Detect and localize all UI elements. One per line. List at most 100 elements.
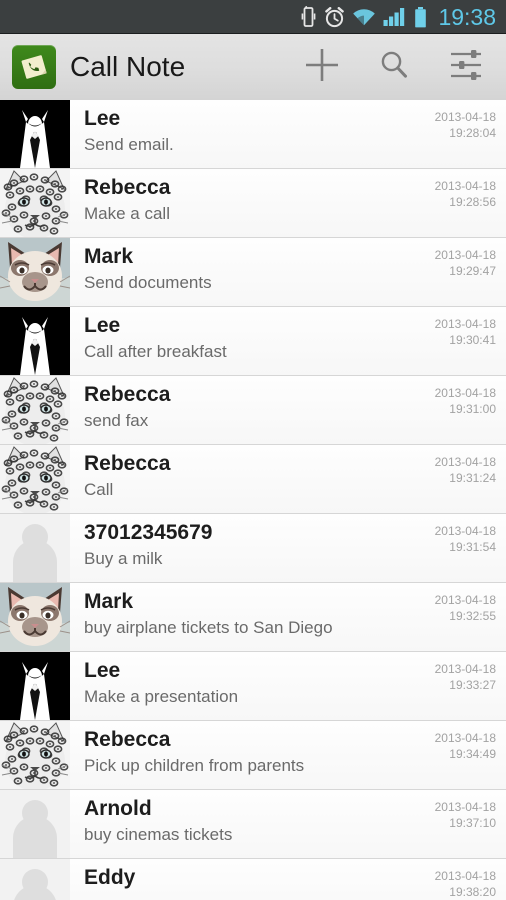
snow-leopard-avatar (0, 169, 70, 237)
call-note-list[interactable]: Lee Send email. 2013-04-18 19:28:04 Rebecca M… (0, 100, 506, 900)
list-item-date: 2013-04-18 (434, 455, 496, 469)
list-item[interactable]: Rebecca Call 2013-04-18 19:31:24 (0, 445, 506, 514)
list-item[interactable]: Lee Send email. 2013-04-18 19:28:04 (0, 100, 506, 169)
suit-silhouette-avatar (0, 100, 70, 168)
list-item-timestamp: 2013-04-18 19:28:56 (402, 169, 506, 237)
suit-silhouette-avatar (0, 652, 70, 720)
list-item-body: Rebecca Make a call (70, 169, 402, 237)
list-item-note-text: Send email. (84, 135, 174, 155)
list-item-date: 2013-04-18 (434, 662, 496, 676)
list-item[interactable]: Rebecca Make a call 2013-04-18 19:28:56 (0, 169, 506, 238)
list-item-note-text: Make a call (84, 204, 170, 224)
list-item-timestamp: 2013-04-18 19:29:47 (402, 238, 506, 306)
list-item-timestamp: 2013-04-18 19:31:54 (402, 514, 506, 582)
list-item-body: Eddy (70, 859, 402, 900)
list-item-contact-name: Rebecca (84, 728, 171, 751)
suit-silhouette-avatar (0, 307, 70, 375)
list-item-timestamp: 2013-04-18 19:38:20 (402, 859, 506, 900)
list-item-contact-name: Rebecca (84, 383, 171, 406)
page-title: Call Note (70, 51, 186, 82)
list-item-time: 19:29:47 (449, 264, 496, 279)
list-item-body: Rebecca send fax (70, 376, 402, 444)
list-item-date: 2013-04-18 (434, 524, 496, 538)
snow-leopard-avatar (0, 376, 70, 444)
list-item[interactable]: Rebecca Pick up children from parents 2013… (0, 721, 506, 790)
list-item-body: Arnold buy cinemas tickets (70, 790, 402, 858)
alarm-clock-icon (324, 6, 345, 28)
list-item-note-text: Pick up children from parents (84, 756, 305, 776)
list-item-timestamp: 2013-04-18 19:32:55 (402, 583, 506, 651)
list-item-contact-name: 37012345679 (84, 521, 213, 544)
list-item[interactable]: Mark Send documents 2013-04-18 19:29:47 (0, 238, 506, 307)
list-item-contact-name: Rebecca (84, 452, 171, 475)
list-item-date: 2013-04-18 (434, 593, 496, 607)
list-item-date: 2013-04-18 (434, 317, 496, 331)
list-item-note-text: send fax (84, 411, 149, 431)
list-item-body: Mark buy airplane tickets to San Diego (70, 583, 402, 651)
list-item-body: Rebecca Call (70, 445, 402, 513)
default-person-avatar (0, 859, 70, 900)
list-item-note-text: Call after breakfast (84, 342, 227, 362)
list-item-contact-name: Arnold (84, 797, 152, 820)
list-item-time: 19:31:54 (449, 540, 496, 555)
default-person-avatar (0, 514, 70, 582)
list-item-contact-name: Lee (84, 107, 121, 130)
list-item-timestamp: 2013-04-18 19:34:49 (402, 721, 506, 789)
list-item-note-text: Make a presentation (84, 687, 239, 707)
list-item-time: 19:31:00 (449, 402, 496, 417)
list-item-time: 19:31:24 (449, 471, 496, 486)
list-item-date: 2013-04-18 (434, 869, 496, 883)
list-item[interactable]: Mark buy airplane tickets to San Diego 201… (0, 583, 506, 652)
list-item-body: Lee Make a presentation (70, 652, 402, 720)
list-item-note-text: buy cinemas tickets (84, 825, 233, 845)
call-note-app-icon (12, 45, 56, 89)
list-item-time: 19:30:41 (449, 333, 496, 348)
list-item-contact-name: Lee (84, 314, 121, 337)
list-item-timestamp: 2013-04-18 19:30:41 (402, 307, 506, 375)
sliders-icon (448, 48, 484, 87)
list-item[interactable]: 37012345679 Buy a milk 2013-04-18 19:31:54 (0, 514, 506, 583)
status-bar: 19:38 (0, 0, 506, 34)
list-item[interactable]: Arnold buy cinemas tickets 2013-04-18 19:37… (0, 790, 506, 859)
list-item-note-text: Call (84, 480, 114, 500)
list-item-date: 2013-04-18 (434, 248, 496, 262)
list-item-body: 37012345679 Buy a milk (70, 514, 402, 582)
list-item-time: 19:32:55 (449, 609, 496, 624)
list-item-time: 19:33:27 (449, 678, 496, 693)
list-item[interactable]: Lee Make a presentation 2013-04-18 19:33:27 (0, 652, 506, 721)
wifi-icon (352, 8, 376, 27)
list-item-note-text: Send documents (84, 273, 212, 293)
search-button[interactable] (358, 34, 430, 100)
list-item-timestamp: 2013-04-18 19:31:24 (402, 445, 506, 513)
list-item-note-text: buy airplane tickets to San Diego (84, 618, 333, 638)
list-item-time: 19:28:56 (449, 195, 496, 210)
list-item-time: 19:28:04 (449, 126, 496, 141)
action-bar: Call Note (0, 34, 506, 104)
list-item-time: 19:37:10 (449, 816, 496, 831)
list-item-note-text: Buy a milk (84, 549, 163, 569)
grumpy-cat-avatar (0, 583, 70, 651)
plus-icon (302, 45, 342, 90)
list-item-body: Rebecca Pick up children from parents (70, 721, 402, 789)
list-item-body: Lee Send email. (70, 100, 402, 168)
list-item-body: Lee Call after breakfast (70, 307, 402, 375)
list-item-timestamp: 2013-04-18 19:37:10 (402, 790, 506, 858)
list-item-date: 2013-04-18 (434, 800, 496, 814)
grumpy-cat-avatar (0, 238, 70, 306)
list-item[interactable]: Eddy 2013-04-18 19:38:20 (0, 859, 506, 900)
add-note-button[interactable] (286, 34, 358, 100)
vibrate-phone-icon (300, 6, 317, 28)
snow-leopard-avatar (0, 721, 70, 789)
list-item-contact-name: Mark (84, 245, 134, 268)
status-bar-clock: 19:38 (438, 3, 496, 30)
settings-button[interactable] (430, 34, 502, 100)
list-item-body: Mark Send documents (70, 238, 402, 306)
list-item[interactable]: Rebecca send fax 2013-04-18 19:31:00 (0, 376, 506, 445)
list-item-date: 2013-04-18 (434, 179, 496, 193)
list-item[interactable]: Lee Call after breakfast 2013-04-18 19:30:4… (0, 307, 506, 376)
list-item-date: 2013-04-18 (434, 731, 496, 745)
list-item-contact-name: Eddy (84, 866, 136, 889)
list-item-time: 19:38:20 (449, 885, 496, 900)
list-item-contact-name: Rebecca (84, 176, 171, 199)
list-item-time: 19:34:49 (449, 747, 496, 762)
